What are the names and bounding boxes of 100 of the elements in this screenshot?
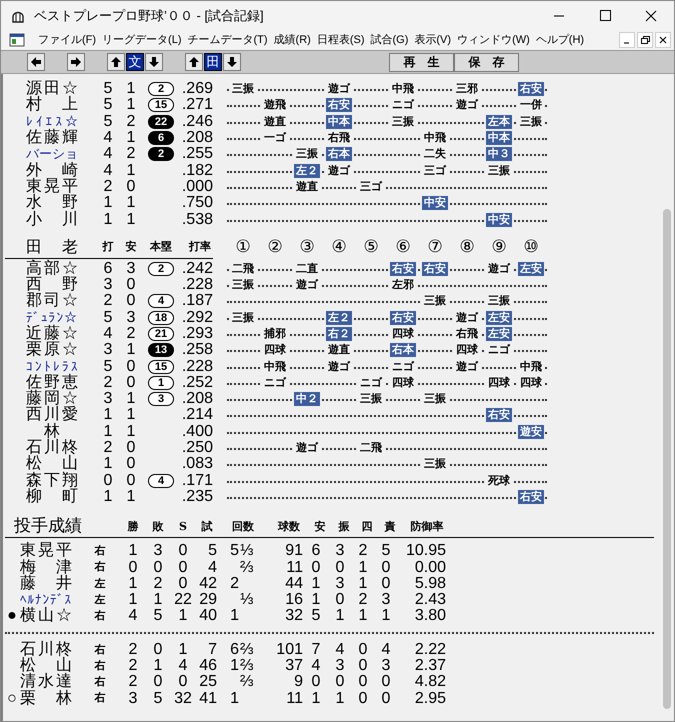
player-name: 石川柊 [26, 440, 78, 456]
restore-icon[interactable] [637, 32, 653, 48]
hits: 2 [126, 326, 136, 342]
decision-mark: ○ [7, 690, 17, 707]
batting-average: .182 [180, 162, 213, 179]
menu-item[interactable]: 試合(G) [368, 32, 412, 48]
hits-allowed: 0 [310, 674, 322, 690]
pitcher-name: 藤 井 [20, 576, 72, 592]
column-header: 防御率 [410, 518, 444, 535]
play-result: 左２ [326, 310, 352, 325]
play-result: 左２ [294, 164, 320, 178]
play-result: ニゴ [390, 360, 416, 374]
era: 4.82 [414, 674, 446, 690]
pitch-count: 32 [284, 608, 303, 624]
player-name: 林 [43, 424, 61, 440]
innings-pitched: 1 [230, 608, 239, 624]
play-result: 中本 [326, 114, 352, 129]
at-bats: 3 [102, 391, 114, 408]
games: 29 [198, 592, 217, 608]
wins: 3 [128, 690, 138, 707]
column-header: 振 [337, 518, 350, 535]
hits: 1 [126, 407, 136, 424]
walks: 0 [358, 658, 368, 674]
menu-item[interactable]: 日程表(S) [314, 32, 368, 48]
saves: 32 [173, 690, 193, 707]
hits: 0 [126, 178, 136, 195]
menu-item[interactable]: リーグデータ(L) [99, 32, 184, 48]
games: 7 [207, 642, 217, 658]
at-bats: 2 [102, 440, 114, 456]
walks: 1 [358, 608, 368, 624]
saves: 4 [178, 658, 188, 674]
saves: 1 [178, 642, 188, 658]
hits: 1 [126, 212, 136, 228]
hits-allowed: 0 [310, 560, 322, 576]
play-result: 遊直 [262, 114, 288, 129]
player-name: 柳 町 [26, 488, 78, 505]
scrollbar-thumb[interactable] [663, 209, 671, 709]
pitch-count: 101 [275, 642, 303, 658]
inning-number: ⑨ [490, 238, 508, 256]
batting-average: .228 [180, 277, 213, 294]
walks: 0 [358, 674, 368, 690]
close-icon[interactable] [655, 32, 671, 48]
toolbar-button[interactable]: 再 生 [389, 52, 454, 72]
play-result: 捕邪 [262, 327, 288, 341]
home-run-count: 1 [148, 376, 174, 390]
play-result: 三邪 [454, 82, 480, 96]
home-run-count: 3 [148, 392, 174, 406]
column-header: 本塁 [148, 239, 173, 256]
play-result: 遊ゴ [294, 441, 320, 456]
pitcher-name: 東晃平 [20, 543, 72, 560]
home-run-count: 15 [148, 98, 174, 112]
play-result: 四球 [390, 327, 416, 341]
at-bats: 3 [102, 277, 114, 294]
play-result: 遊ゴ [326, 164, 352, 178]
column-header: 打 [101, 239, 114, 256]
play-result: 右２ [326, 327, 352, 341]
menu-item[interactable]: 表示(V) [411, 32, 454, 48]
toolbar-button[interactable]: 文 [126, 53, 144, 71]
menu-item[interactable]: ウィンドウ(W) [454, 32, 533, 48]
player-name: 村 上 [26, 97, 78, 114]
player-name: 近藤☆ [26, 326, 78, 342]
toolbar-button[interactable]: 保 存 [454, 52, 519, 72]
pitch-count: 11 [285, 560, 303, 576]
era: 2.95 [414, 690, 446, 707]
menu-item[interactable]: ヘルプ(H) [532, 32, 588, 48]
era: 2.43 [414, 592, 446, 608]
losses: 1 [152, 658, 164, 674]
play-result: 右安 [390, 310, 416, 325]
hits: 1 [126, 162, 136, 179]
play-result: 三振 [390, 114, 416, 129]
batting-average: .208 [180, 130, 213, 146]
throwing-hand: 右 [94, 691, 106, 706]
menu-item[interactable]: 成績(R) [270, 32, 314, 48]
era: 0.00 [414, 560, 446, 576]
section-title: 投手成績 [14, 517, 82, 536]
at-bats: 1 [102, 456, 114, 472]
inning-number: ③ [298, 238, 316, 256]
wins: 1 [128, 576, 138, 592]
menu-item[interactable]: ファイル(F) [35, 32, 100, 48]
menu-item[interactable]: チームデータ(T) [184, 32, 271, 48]
play-result: 右安 [518, 82, 544, 96]
batting-average: .258 [180, 342, 213, 358]
at-bats: 4 [102, 326, 114, 342]
player-name: 高部☆ [26, 260, 78, 277]
wins: 2 [128, 658, 138, 674]
home-run-count: 2 [148, 82, 174, 96]
batting-average: .246 [180, 114, 213, 130]
saves: 0 [178, 576, 188, 592]
home-run-count: 4 [148, 294, 174, 308]
hits: 0 [126, 472, 136, 489]
hits: 1 [126, 342, 136, 358]
earned-runs: 3 [380, 658, 392, 674]
right-arrow-icon[interactable] [68, 54, 84, 70]
at-bats: 2 [102, 178, 114, 195]
column-header: 打率 [188, 239, 211, 256]
saves: 0 [178, 543, 188, 560]
era: 5.98 [414, 576, 446, 592]
play-result: 中本 [486, 131, 512, 146]
toolbar-button[interactable]: 田 [204, 53, 222, 71]
play-result: 中飛 [518, 360, 544, 374]
